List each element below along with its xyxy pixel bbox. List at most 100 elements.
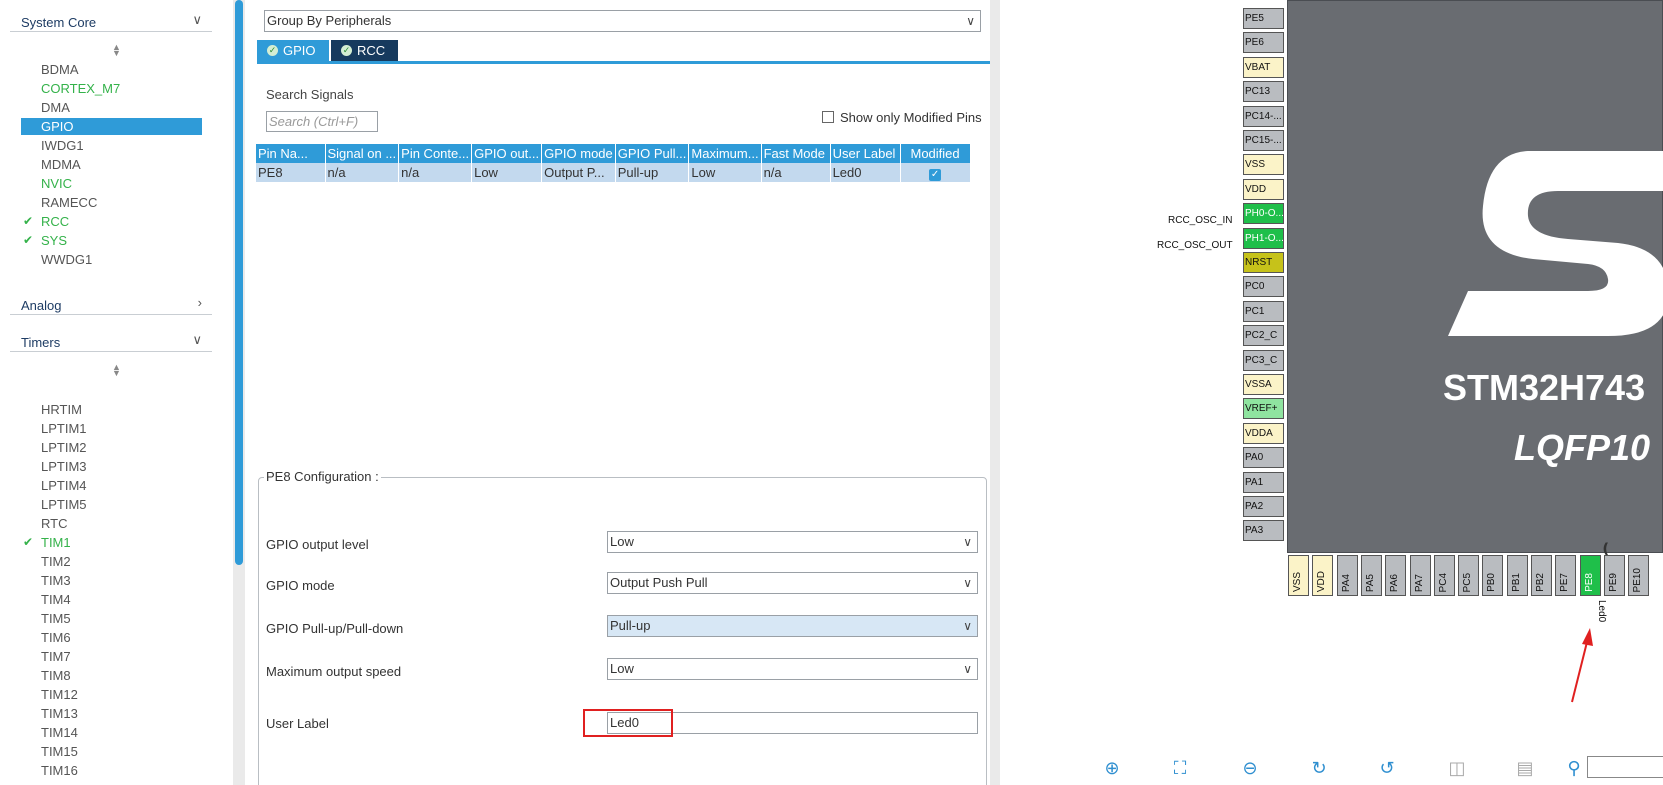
sidebar-item-lptim4[interactable]: LPTIM4 [21, 477, 202, 494]
chip-pin-vss[interactable]: VSS [1243, 154, 1284, 176]
sidebar-item-tim14[interactable]: TIM14 [21, 724, 202, 741]
chip-pin-pc4[interactable]: PC4 [1433, 555, 1455, 596]
sidebar-item-cortex-m7[interactable]: CORTEX_M7 [21, 80, 202, 97]
chip-pin-vdda[interactable]: VDDA [1243, 422, 1284, 444]
max-output-speed-dropdown[interactable]: Low ∨ [607, 658, 978, 680]
chip-pin-pc5[interactable]: PC5 [1458, 555, 1480, 596]
chip-pin-pc3-c[interactable]: PC3_C [1243, 349, 1284, 371]
show-modified-pins-checkbox[interactable]: Show only Modified Pins [822, 110, 982, 125]
chip-pin-pb1[interactable]: PB1 [1506, 555, 1528, 596]
chip-pin-pe8[interactable]: PE8 [1579, 555, 1601, 596]
chip-pin-pe9[interactable]: PE9 [1603, 555, 1625, 596]
sidebar-item-rtc[interactable]: RTC [21, 515, 202, 532]
chip-pin-pa6[interactable]: PA6 [1385, 555, 1407, 596]
sidebar-item-bdma[interactable]: BDMA [21, 61, 202, 78]
chip-pin-pe5[interactable]: PE5 [1243, 8, 1284, 29]
chip-pin-pa3[interactable]: PA3 [1243, 520, 1284, 542]
chip-pin-pe10[interactable]: PE10 [1628, 555, 1650, 596]
chip-pin-vref[interactable]: VREF+ [1243, 398, 1284, 420]
chip-pin-vbat[interactable]: VBAT [1243, 56, 1284, 78]
sidebar-item-tim6[interactable]: TIM6 [21, 629, 202, 646]
sidebar-item-lptim3[interactable]: LPTIM3 [21, 458, 202, 475]
sort-icon[interactable]: ▲ ▼ [112, 43, 121, 58]
chip-pin-ph1-o[interactable]: PH1-O... [1243, 227, 1284, 249]
chip-pin-ph0-o[interactable]: PH0-O... [1243, 203, 1284, 225]
chip-pin-pa4[interactable]: PA4 [1336, 555, 1358, 596]
chip-pin-pc14[interactable]: PC14-... [1243, 105, 1284, 127]
zoom-in-icon[interactable]: ⊕ [1101, 757, 1123, 779]
chip-pin-pc13[interactable]: PC13 [1243, 81, 1284, 103]
sidebar-item-iwdg1[interactable]: IWDG1 [21, 137, 202, 154]
column-header[interactable]: Signal on ... [325, 144, 400, 163]
chip-pin-pa1[interactable]: PA1 [1243, 471, 1284, 493]
column-header[interactable]: Modified [900, 144, 971, 163]
chip-pin-pc1[interactable]: PC1 [1243, 300, 1284, 322]
chevron-right-icon[interactable]: › [198, 295, 202, 310]
chip-search-input[interactable] [1587, 756, 1663, 778]
fit-screen-icon[interactable]: ⛶ [1169, 757, 1191, 779]
sidebar-item-wwdg1[interactable]: WWDG1 [21, 251, 202, 268]
gpio-pull-dropdown[interactable]: Pull-up ∨ [607, 615, 978, 637]
sidebar-item-tim12[interactable]: TIM12 [21, 686, 202, 703]
chip-pin-pa2[interactable]: PA2 [1243, 496, 1284, 517]
column-header[interactable]: Maximum... [688, 144, 762, 163]
chip-pin-nrst[interactable]: NRST [1243, 252, 1284, 273]
zoom-out-icon[interactable]: ⊖ [1239, 757, 1261, 779]
column-header[interactable]: User Label [830, 144, 901, 163]
sidebar-item-tim13[interactable]: TIM13 [21, 705, 202, 722]
chip-pin-pa0[interactable]: PA0 [1243, 447, 1284, 469]
category-system-core[interactable]: System Core ∨ [10, 10, 212, 32]
sidebar-item-tim8[interactable]: TIM8 [21, 667, 202, 684]
sidebar-item-tim16[interactable]: TIM16 [21, 762, 202, 779]
gpio-output-level-dropdown[interactable]: Low ∨ [607, 531, 978, 553]
column-header[interactable]: Pin Conte... [398, 144, 473, 163]
sidebar-item-ramecc[interactable]: RAMECC [21, 194, 202, 211]
column-header[interactable]: GPIO out... [471, 144, 543, 163]
chip-pin-pb2[interactable]: PB2 [1531, 555, 1552, 596]
chevron-down-icon[interactable]: ∨ [192, 332, 202, 348]
column-header[interactable]: GPIO Pull... [615, 144, 690, 163]
flip-horizontal-icon[interactable]: ▤ [1514, 757, 1536, 779]
chip-pin-pc15[interactable]: PC15-... [1243, 130, 1284, 151]
checkbox-icon[interactable] [822, 111, 834, 123]
table-row[interactable]: PE8 n/a n/a Low Output P... Pull-up Low n/a Led0… [256, 163, 971, 182]
left-scrollbar-thumb[interactable] [235, 0, 243, 565]
chevron-down-icon[interactable]: ∨ [192, 12, 202, 28]
chip-pin-vssa[interactable]: VSSA [1243, 374, 1284, 395]
sidebar-item-sys[interactable]: ✔ SYS [21, 232, 202, 249]
search-icon[interactable]: ⚲ [1563, 757, 1585, 779]
sidebar-item-dma[interactable]: DMA [21, 99, 202, 116]
gpio-mode-dropdown[interactable]: Output Push Pull ∨ [607, 572, 978, 594]
sidebar-item-tim4[interactable]: TIM4 [21, 591, 202, 608]
sidebar-item-tim2[interactable]: TIM2 [21, 553, 202, 570]
sidebar-item-lptim5[interactable]: LPTIM5 [21, 496, 202, 513]
chip-pin-pe7[interactable]: PE7 [1555, 555, 1577, 596]
column-header[interactable]: GPIO mode [541, 144, 616, 163]
sidebar-item-gpio[interactable]: GPIO [21, 118, 202, 135]
chip-pin-pa5[interactable]: PA5 [1360, 555, 1382, 596]
rotate-left-icon[interactable]: ↺ [1376, 757, 1398, 779]
chip-pin-vss[interactable]: VSS [1288, 555, 1309, 596]
modified-checkbox[interactable]: ✓ [929, 168, 942, 181]
tab-gpio[interactable]: ✓ GPIO [257, 40, 329, 61]
search-signals-input[interactable]: Search (Ctrl+F) [266, 111, 378, 132]
group-by-dropdown[interactable]: Group By Peripherals ∨ [264, 10, 981, 32]
column-header[interactable]: Pin Na... [256, 144, 326, 163]
column-header[interactable]: Fast Mode [761, 144, 831, 163]
category-timers[interactable]: Timers ∨ [10, 330, 212, 352]
sidebar-item-rcc[interactable]: ✔ RCC [21, 213, 202, 230]
chip-pin-pe6[interactable]: PE6 [1243, 32, 1284, 54]
chip-pin-pc2-c[interactable]: PC2_C [1243, 325, 1284, 347]
sort-icon[interactable]: ▲ ▼ [112, 363, 121, 378]
sidebar-item-tim1[interactable]: ✔ TIM1 [21, 534, 202, 551]
category-analog[interactable]: Analog › [10, 293, 212, 315]
panel-splitter[interactable] [990, 0, 1000, 785]
sidebar-item-tim5[interactable]: TIM5 [21, 610, 202, 627]
chip-pin-vdd[interactable]: VDD [1243, 178, 1284, 200]
chip-pin-vdd[interactable]: VDD [1312, 555, 1334, 596]
tab-rcc[interactable]: ✓ RCC [331, 40, 398, 61]
chip-pin-pb0[interactable]: PB0 [1482, 555, 1504, 596]
chip-pin-pc0[interactable]: PC0 [1243, 276, 1284, 298]
sidebar-item-hrtim[interactable]: HRTIM [21, 401, 202, 418]
sidebar-item-tim15[interactable]: TIM15 [21, 743, 202, 760]
